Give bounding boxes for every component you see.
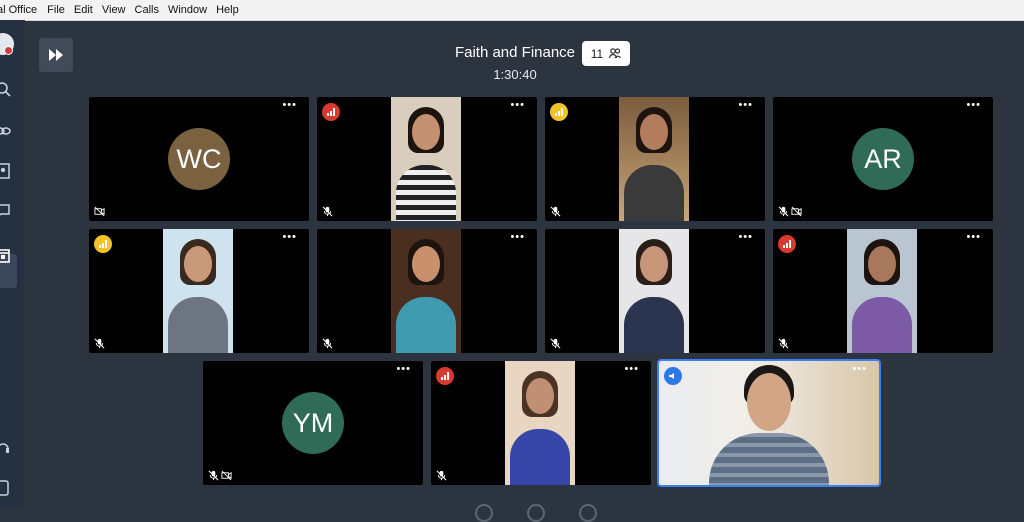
- more-options-icon[interactable]: •••: [966, 100, 981, 111]
- more-options-icon[interactable]: •••: [282, 100, 297, 111]
- calendar-icon[interactable]: [0, 247, 11, 263]
- participant-tile-video[interactable]: •••: [317, 97, 537, 221]
- more-options-icon[interactable]: •••: [510, 100, 525, 111]
- mic-muted-icon: [778, 206, 789, 217]
- mic-muted-icon: [436, 470, 447, 481]
- meeting-view: Faith and Finance 1:30:40 11 WC ••• ••• …: [25, 20, 1024, 522]
- page-dot[interactable]: [475, 504, 493, 522]
- participant-tile-ar[interactable]: AR •••: [773, 97, 993, 221]
- app-name: al Office: [0, 4, 38, 16]
- contacts-icon[interactable]: [0, 163, 11, 179]
- avatar-initials: WC: [168, 128, 230, 190]
- menu-help[interactable]: Help: [216, 4, 239, 16]
- more-options-icon[interactable]: •••: [510, 232, 525, 243]
- participant-tile-video[interactable]: •••: [545, 97, 765, 221]
- mic-muted-icon: [778, 338, 789, 349]
- meeting-timer: 1:30:40: [493, 67, 537, 82]
- more-options-icon[interactable]: •••: [282, 232, 297, 243]
- participant-tile-ym[interactable]: YM •••: [203, 361, 423, 485]
- mic-muted-icon: [322, 338, 333, 349]
- participants-icon: [609, 48, 622, 59]
- menu-bar: al Office File Edit View Calls Window He…: [0, 0, 1024, 21]
- participant-tile-wc[interactable]: WC •••: [89, 97, 309, 221]
- more-options-icon[interactable]: •••: [966, 232, 981, 243]
- page-dot[interactable]: [579, 504, 597, 522]
- participant-tile-video[interactable]: •••: [89, 229, 309, 353]
- avatar-initials: AR: [852, 128, 914, 190]
- link-icon[interactable]: [0, 123, 11, 139]
- more-options-icon[interactable]: •••: [852, 364, 867, 375]
- participant-count: 11: [590, 46, 604, 61]
- mic-muted-icon: [550, 206, 561, 217]
- collapse-button[interactable]: [39, 38, 73, 72]
- speaking-indicator-icon: [664, 367, 682, 385]
- signal-strength-icon: [436, 367, 454, 385]
- camera-off-icon: [94, 206, 105, 217]
- menu-file[interactable]: File: [47, 4, 65, 16]
- menu-edit[interactable]: Edit: [74, 4, 93, 16]
- participant-tile-video[interactable]: •••: [773, 229, 993, 353]
- headset-icon[interactable]: [0, 439, 11, 455]
- mic-muted-icon: [550, 338, 561, 349]
- chat-icon[interactable]: [0, 203, 11, 219]
- menu-calls[interactable]: Calls: [135, 4, 159, 16]
- more-options-icon[interactable]: •••: [624, 364, 639, 375]
- fast-forward-icon: [49, 49, 63, 61]
- participant-tile-video[interactable]: •••: [545, 229, 765, 353]
- more-options-icon[interactable]: •••: [738, 232, 753, 243]
- signal-strength-icon: [322, 103, 340, 121]
- menu-window[interactable]: Window: [168, 4, 207, 16]
- mic-muted-icon: [208, 470, 219, 481]
- avatar[interactable]: [0, 33, 14, 55]
- signal-strength-icon: [94, 235, 112, 253]
- participant-count-button[interactable]: 11: [582, 41, 630, 66]
- participant-tile-speaking[interactable]: •••: [657, 359, 881, 487]
- camera-off-icon: [221, 470, 232, 481]
- avatar-initials: YM: [282, 392, 344, 454]
- mic-muted-icon: [94, 338, 105, 349]
- signal-strength-icon: [550, 103, 568, 121]
- camera-off-icon: [791, 206, 802, 217]
- menu-view[interactable]: View: [102, 4, 126, 16]
- more-options-icon[interactable]: •••: [396, 364, 411, 375]
- phone-icon[interactable]: [0, 480, 11, 496]
- signal-strength-icon: [778, 235, 796, 253]
- more-options-icon[interactable]: •••: [738, 100, 753, 111]
- presence-dot: [4, 46, 13, 55]
- participant-tile-video[interactable]: •••: [431, 361, 651, 485]
- sidebar: [0, 20, 25, 509]
- page-indicator: [475, 504, 597, 522]
- search-icon[interactable]: [0, 81, 11, 97]
- page-dot[interactable]: [527, 504, 545, 522]
- mic-muted-icon: [322, 206, 333, 217]
- participant-tile-video[interactable]: •••: [317, 229, 537, 353]
